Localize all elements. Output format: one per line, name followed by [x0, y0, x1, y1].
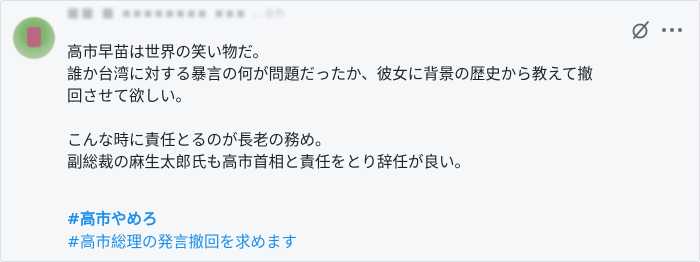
- username[interactable]: ■■ ■ ▪▪▪▪▪▪▪▪ ▪▪▪ ..on: [67, 7, 347, 21]
- post-line: 誰か台湾に対する暴言の何が問題だったか、彼女に背景の歴史から教えて撤: [67, 65, 593, 83]
- avatar-blob: [27, 27, 41, 47]
- post-card: ■■ ■ ▪▪▪▪▪▪▪▪ ▪▪▪ ..on 高市早苗は世界の笑い物だ。 誰か台…: [0, 0, 700, 262]
- translate-icon[interactable]: [630, 19, 652, 41]
- user-avatar[interactable]: [13, 17, 55, 59]
- post-line: 高市早苗は世界の笑い物だ。: [67, 43, 269, 61]
- hashtag-link[interactable]: #高市総理の発言撤回を求めます: [67, 231, 297, 253]
- hashtag-link[interactable]: #高市やめろ: [67, 208, 158, 230]
- post-body: 高市早苗は世界の笑い物だ。 誰か台湾に対する暴言の何が問題だったか、彼女に背景の…: [67, 41, 677, 173]
- more-icon[interactable]: [661, 27, 683, 35]
- post-line: 副総裁の麻生太郎氏も高市首相と責任をとり辞任が良い。: [67, 153, 471, 171]
- post-line: こんな時に責任とるのが長老の務め。: [67, 131, 331, 149]
- post-line: 回させて欲しい。: [67, 87, 192, 105]
